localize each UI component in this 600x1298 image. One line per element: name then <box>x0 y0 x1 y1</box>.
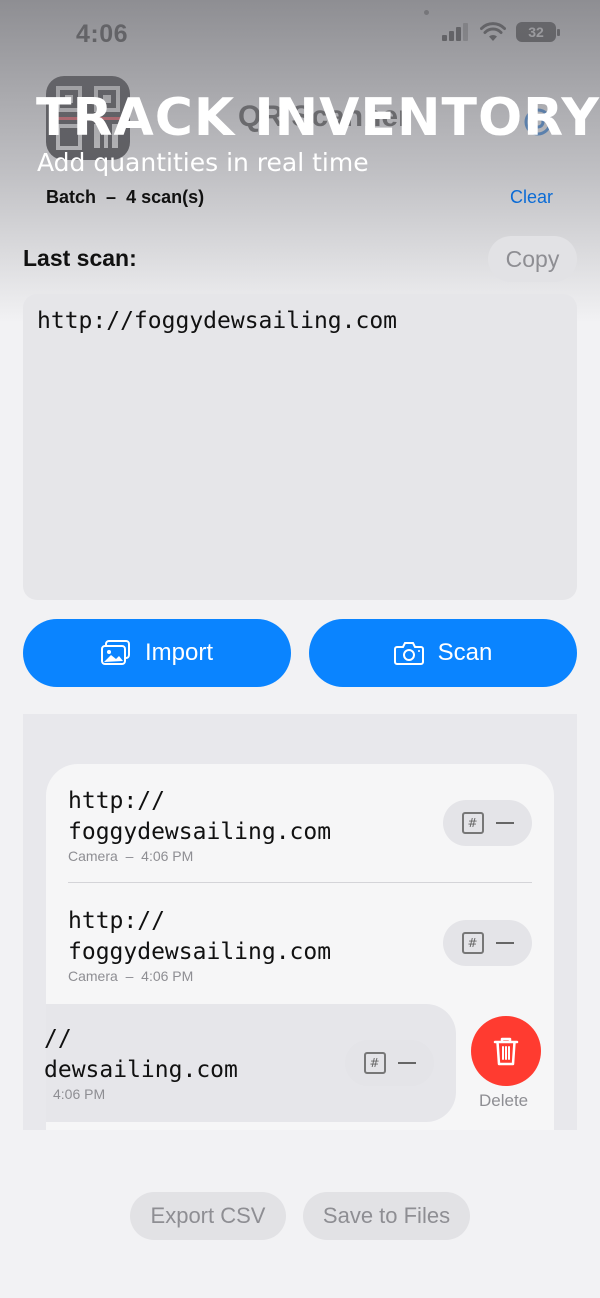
quantity-stepper[interactable]: # <box>443 920 532 966</box>
quantity-hash-icon[interactable]: # <box>461 932 484 954</box>
camera-dot-icon <box>424 10 429 15</box>
clear-button[interactable]: Clear <box>510 187 553 208</box>
scan-row[interactable]: // dewsailing.com 4:06 PM <box>44 1024 238 1102</box>
trash-icon <box>493 1037 519 1066</box>
scan-button[interactable]: Scan <box>309 619 577 687</box>
save-to-files-button[interactable]: Save to Files <box>303 1192 470 1240</box>
quantity-hash-icon[interactable]: # <box>363 1052 386 1074</box>
scan-row-value-line1: // <box>44 1026 72 1052</box>
scan-row-time: 4:06 PM <box>53 1086 106 1102</box>
copy-button[interactable]: Copy <box>488 236 577 282</box>
minus-icon[interactable] <box>397 1062 416 1064</box>
row-divider <box>68 882 532 883</box>
status-time: 4:06 <box>76 20 129 48</box>
minus-icon[interactable] <box>495 822 514 824</box>
scan-row-meta: Camera – 4:06 PM <box>68 968 331 984</box>
promo-subtitle: Add quantities in real time <box>37 148 369 177</box>
scan-label: Scan <box>437 639 493 666</box>
scan-row-meta: 4:06 PM <box>44 1086 238 1102</box>
scan-row-time: 4:06 PM <box>141 848 194 864</box>
scan-row-time: 4:06 PM <box>141 968 194 984</box>
camera-icon <box>393 642 424 665</box>
scan-row-meta: Camera – 4:06 PM <box>68 848 331 864</box>
batch-summary: Batch – 4 scan(s) <box>46 187 204 208</box>
quantity-hash-icon[interactable]: # <box>461 812 484 834</box>
minus-icon[interactable] <box>495 942 514 944</box>
delete-button[interactable] <box>471 1016 541 1086</box>
scan-row-value-line2: foggydewsailing.com <box>68 819 332 845</box>
scan-row[interactable]: http:// foggydewsailing.com Camera – 4:0… <box>68 906 331 984</box>
scan-row-source: Camera <box>68 848 118 864</box>
import-button[interactable]: Import <box>23 619 291 687</box>
quantity-stepper[interactable]: # <box>443 800 532 846</box>
last-scan-label: Last scan: <box>23 245 137 271</box>
cellular-signal-icon <box>442 23 468 41</box>
import-label: Import <box>144 639 213 666</box>
scan-row-value-line1: http:// <box>68 908 165 934</box>
photo-library-icon <box>100 640 130 665</box>
last-scan-value: http://foggydewsailing.com <box>37 308 398 334</box>
export-csv-button[interactable]: Export CSV <box>130 1192 286 1240</box>
delete-label: Delete <box>479 1091 529 1110</box>
batch-separator: – <box>101 187 122 207</box>
promo-title: TRACK INVENTORY <box>36 88 600 148</box>
batch-label: Batch <box>46 187 97 207</box>
status-icons: 32 <box>442 22 560 42</box>
batch-count: 4 scan(s) <box>126 187 205 207</box>
scan-row-source: Camera <box>68 968 118 984</box>
meta-separator: – <box>121 968 138 984</box>
scan-row[interactable]: http:// foggydewsailing.com Camera – 4:0… <box>68 786 331 864</box>
quantity-stepper[interactable]: # <box>345 1040 434 1086</box>
wifi-icon <box>480 22 506 41</box>
scan-row-value-line1: http:// <box>68 788 165 814</box>
meta-separator: – <box>121 848 138 864</box>
battery-icon: 32 <box>516 22 560 42</box>
scan-row-value-line2: foggydewsailing.com <box>68 939 332 965</box>
last-scan-textbox[interactable] <box>23 294 577 600</box>
scan-row-value-line2: dewsailing.com <box>44 1057 238 1083</box>
